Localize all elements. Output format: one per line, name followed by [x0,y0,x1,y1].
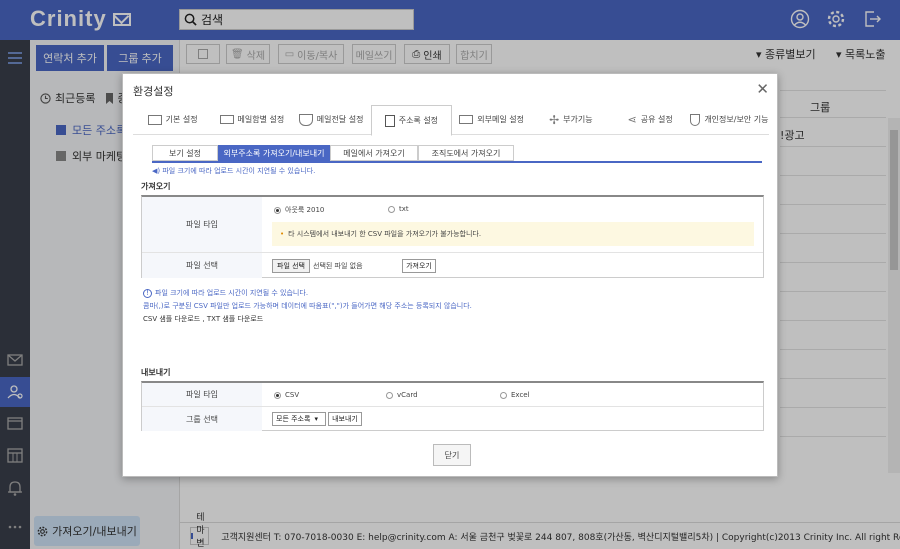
import-file-select-row: 파일 선택 파일 선택 선택된 파일 없음 가져오기 [142,253,763,278]
subtab-import-from-mail[interactable]: 메일에서 가져오기 [330,145,418,161]
info-icon: ! [143,289,152,298]
chevron-down-icon: ▾ [314,415,318,423]
shield-icon [690,113,701,126]
export-section-title: 내보내기 [141,368,171,377]
settings-dialog: 환경설정 ✕ 기본 설정 메일함별 설정 메일전달 설정 주소록 설정 외부메일… [122,73,778,477]
group-select[interactable]: 모든 주소록 ▾ [272,412,326,426]
tab-external-mail-settings[interactable]: 외부메일 설정 [452,105,531,134]
radio-outlook[interactable]: 아웃룩 2010 [274,205,324,215]
radio-vcard[interactable]: vCard [386,391,418,399]
choose-file-button[interactable]: 파일 선택 [272,259,310,273]
sparkle-icon: ✢ [549,112,560,127]
export-group-row: 그룹 선택 모든 주소록 ▾ 내보내기 [142,407,763,431]
tab-addressbook-settings[interactable]: 주소록 설정 [370,105,452,136]
import-warning: • 타 시스템에서 내보내기 한 CSV 파일을 가져오기가 불가능합니다. [272,222,754,246]
tab-mailbox-settings[interactable]: 메일함별 설정 [212,105,291,134]
subtab-import-from-org[interactable]: 조직도에서 가져오기 [418,145,514,161]
export-button[interactable]: 내보내기 [328,412,362,426]
addressbook-icon [384,114,395,127]
file-type-label: 파일 타입 [142,383,262,406]
share-icon: ⋖ [627,113,637,126]
import-button[interactable]: 가져오기 [402,259,436,273]
sample-download-links[interactable]: CSV 샘플 다운로드 , TXT 샘플 다운로드 [143,313,472,326]
import-box: 파일 타입 아웃룩 2010 txt • 타 시스템에서 내보내기 한 CSV 파… [141,195,764,278]
group-select-label: 그룹 선택 [142,407,262,431]
subtab-external-import-export[interactable]: 외부주소록 가져오기/내보내기 [218,145,330,161]
export-box: 파일 타입 CSV vCard Excel 그룹 선택 모든 주소록 ▾ 내보내기 [141,381,764,431]
divider [152,161,762,163]
file-type-label: 파일 타입 [142,197,262,252]
close-button[interactable]: 닫기 [433,444,471,466]
export-file-type-row: 파일 타입 CSV vCard Excel [142,383,763,407]
settings-tabs: 기본 설정 메일함별 설정 메일전달 설정 주소록 설정 외부메일 설정 ✢ 부가… [133,105,769,136]
tab-share-settings[interactable]: ⋖ 공유 설정 [611,105,690,134]
tab-addons[interactable]: ✢ 부가기능 [531,105,610,134]
selected-file-name: 선택된 파일 없음 [313,262,363,270]
tab-basic-settings[interactable]: 기본 설정 [133,105,212,134]
envelope-icon [219,115,234,124]
import-info: ! 파일 크기에 따라 업로드 시간이 지연될 수 있습니다. 콤마(,)로 구분… [143,287,472,326]
file-select-label: 파일 선택 [142,253,262,278]
sub-tabs: 보기 설정 외부주소록 가져오기/내보내기 메일에서 가져오기 조직도에서 가져… [152,145,514,161]
radio-excel[interactable]: Excel [500,391,530,399]
tab-forward-settings[interactable]: 메일전달 설정 [292,105,371,134]
radio-txt[interactable]: txt [388,205,409,213]
upload-notice: ◀) 파일 크기에 따라 업로드 시간이 지연될 수 있습니다. [152,167,316,175]
shield-icon [298,113,313,126]
radio-csv[interactable]: CSV [274,391,299,399]
import-section-title: 가져오기 [141,182,171,191]
monitor-icon [147,114,162,125]
subtab-view-settings[interactable]: 보기 설정 [152,145,218,161]
import-file-type-row: 파일 타입 아웃룩 2010 txt • 타 시스템에서 내보내기 한 CSV 파… [142,197,763,253]
close-icon[interactable]: ✕ [756,80,769,98]
dialog-title: 환경설정 [133,85,174,98]
envelope-icon [459,115,474,124]
tab-privacy-security[interactable]: 개인정보/보안 기능 [690,105,769,134]
